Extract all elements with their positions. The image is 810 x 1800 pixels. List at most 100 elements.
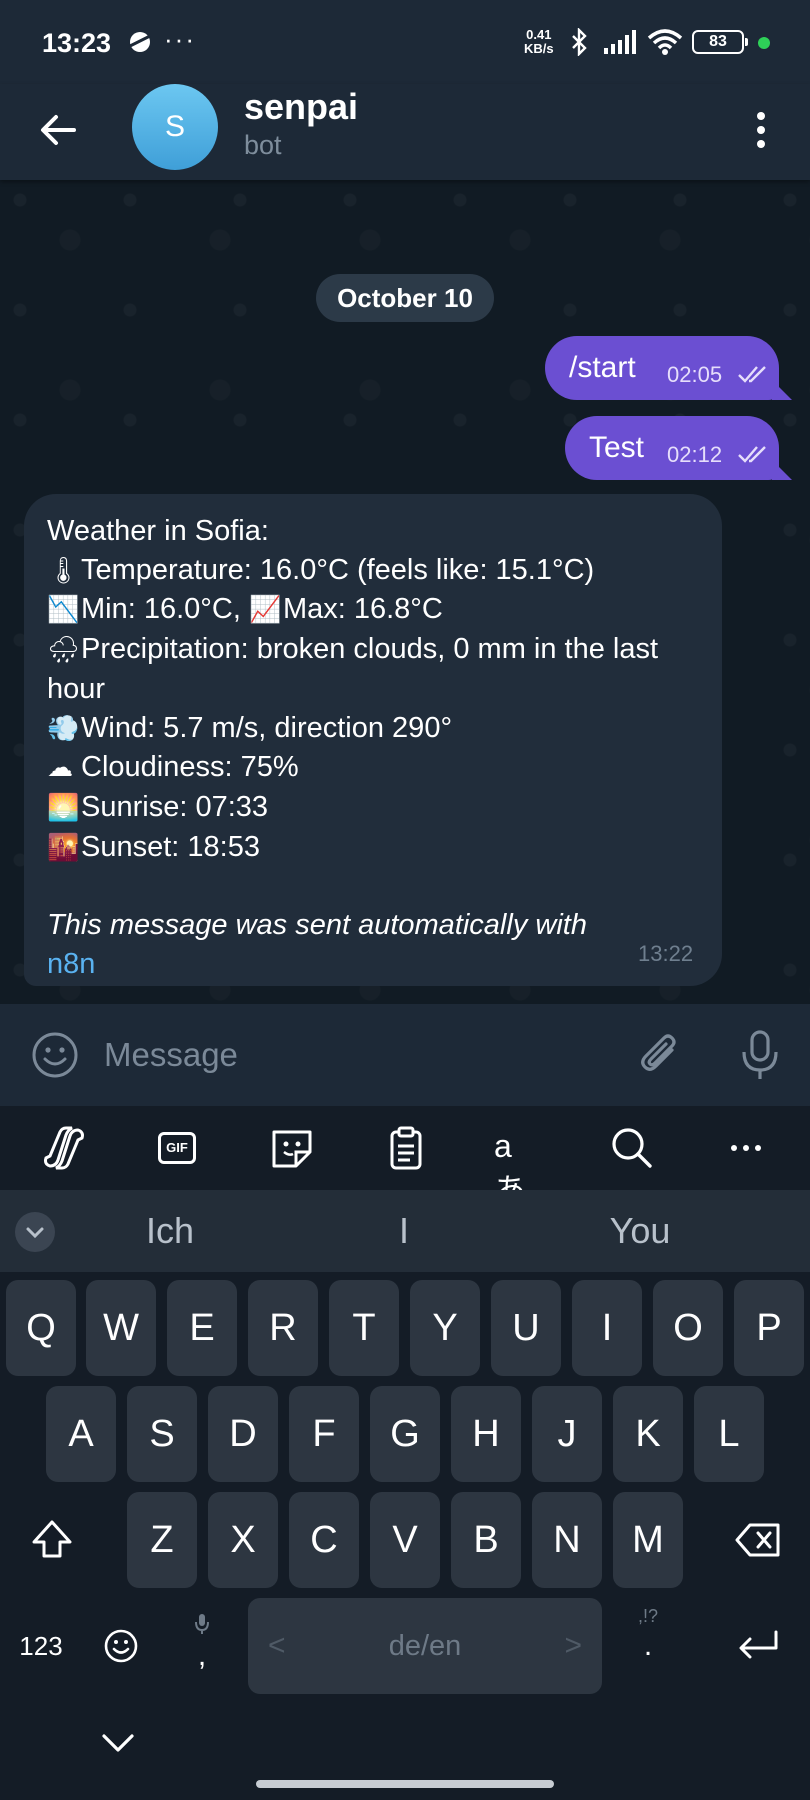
- key-d[interactable]: D: [208, 1386, 278, 1482]
- chevron-down-icon[interactable]: [15, 1212, 55, 1252]
- key-x[interactable]: X: [208, 1492, 278, 1588]
- key-p[interactable]: P: [734, 1280, 804, 1376]
- key-c[interactable]: C: [289, 1492, 359, 1588]
- key-i[interactable]: I: [572, 1280, 642, 1376]
- key-h[interactable]: H: [451, 1386, 521, 1482]
- chevron-right-icon: >: [564, 1629, 582, 1662]
- comma-label: ,: [197, 1639, 207, 1672]
- key-r[interactable]: R: [248, 1280, 318, 1376]
- numbers-key[interactable]: 123: [6, 1598, 76, 1694]
- message-line: 🌧Precipitation: broken clouds, 0 mm in t…: [47, 630, 707, 708]
- message-line: 🌅Sunrise: 07:33: [47, 788, 707, 828]
- message-text: /start: [569, 351, 636, 384]
- key-q[interactable]: Q: [6, 1280, 76, 1376]
- key-t[interactable]: T: [329, 1280, 399, 1376]
- keyboard-toolbar: GIF aあ: [0, 1106, 810, 1208]
- line-text: Weather in Sofia:: [47, 515, 269, 547]
- wifi-icon: [647, 29, 683, 55]
- key-u[interactable]: U: [491, 1280, 561, 1376]
- key-e[interactable]: E: [167, 1280, 237, 1376]
- chat-area[interactable]: October 10 /start 02:05 Test 02:12 Weath…: [0, 180, 810, 1004]
- paperclip-icon[interactable]: [636, 1030, 686, 1080]
- footer-link[interactable]: n8n: [47, 945, 707, 984]
- chart-down-icon: 📉: [47, 595, 80, 626]
- key-y[interactable]: Y: [410, 1280, 480, 1376]
- message-line: Weather in Sofia:: [47, 512, 707, 551]
- message-text: Test: [589, 431, 645, 464]
- network-speed-value: 0.41: [526, 27, 552, 42]
- line-text: Sunset: 18:53: [81, 830, 260, 863]
- space-key[interactable]: < de/en >: [248, 1598, 602, 1694]
- gif-icon[interactable]: GIF: [154, 1126, 202, 1170]
- message-input[interactable]: [104, 1026, 624, 1084]
- outgoing-message[interactable]: Test 02:12: [565, 416, 779, 480]
- key-a[interactable]: A: [46, 1386, 116, 1482]
- cloud-icon: ☁: [47, 753, 73, 784]
- key-g[interactable]: G: [370, 1386, 440, 1482]
- outgoing-message[interactable]: /start 02:05: [545, 336, 779, 400]
- signal-icon: [604, 30, 636, 54]
- suggestion[interactable]: I: [334, 1210, 474, 1252]
- chat-subtitle: bot: [244, 130, 282, 160]
- backspace-key[interactable]: [712, 1492, 804, 1588]
- more-horizontal-icon[interactable]: [722, 1126, 770, 1170]
- emoji-key[interactable]: [86, 1598, 156, 1694]
- avatar[interactable]: S: [132, 84, 218, 170]
- keyboard-hide-icon[interactable]: [98, 1726, 138, 1762]
- chat-title[interactable]: senpai: [244, 86, 358, 128]
- gif-label: GIF: [158, 1132, 196, 1164]
- line-text: Sunrise: 07:33: [81, 790, 269, 823]
- key-j[interactable]: J: [532, 1386, 602, 1482]
- enter-key[interactable]: [712, 1598, 804, 1694]
- footer-text: This message was sent automatically with: [47, 909, 587, 942]
- period-key[interactable]: ,!? .: [613, 1598, 683, 1694]
- incoming-message[interactable]: Weather in Sofia: 🌡Temperature: 16.0°C (…: [24, 494, 722, 986]
- thermometer-icon: 🌡: [47, 555, 81, 586]
- planet-icon: [129, 32, 151, 52]
- key-o[interactable]: O: [653, 1280, 723, 1376]
- network-speed-unit: KB/s: [524, 41, 554, 56]
- battery-level: 83: [709, 33, 727, 50]
- key-l[interactable]: L: [694, 1386, 764, 1482]
- space-label: de/en: [388, 1630, 462, 1662]
- message-time: 13:22: [638, 941, 694, 966]
- network-speed: 0.41 KB/s: [524, 28, 554, 56]
- emoji-icon[interactable]: [30, 1030, 80, 1080]
- key-b[interactable]: B: [451, 1492, 521, 1588]
- key-k[interactable]: K: [613, 1386, 683, 1482]
- suggestion-bar: Ich I You: [0, 1190, 810, 1272]
- key-z[interactable]: Z: [127, 1492, 197, 1588]
- battery-tip: [745, 38, 748, 46]
- key-s[interactable]: S: [127, 1386, 197, 1482]
- microphone-icon[interactable]: [734, 1028, 786, 1082]
- chart-up-icon: 📈: [248, 595, 282, 626]
- chat-header: S senpai bot: [0, 84, 810, 180]
- green-dot-icon: [758, 37, 770, 49]
- rain-cloud-icon: 🌧: [47, 635, 81, 666]
- suggestion[interactable]: You: [570, 1210, 710, 1252]
- key-n[interactable]: N: [532, 1492, 602, 1588]
- shift-key[interactable]: [6, 1492, 98, 1588]
- translate-icon[interactable]: aあ: [494, 1126, 542, 1208]
- key-w[interactable]: W: [86, 1280, 156, 1376]
- key-f[interactable]: F: [289, 1386, 359, 1482]
- status-bar: 13:23 ··· 0.41 KB/s 83: [0, 0, 810, 84]
- home-indicator[interactable]: [256, 1780, 554, 1788]
- bubble-tail: [772, 460, 792, 480]
- line-text: Min: 16.0°C,: [81, 593, 241, 626]
- key-v[interactable]: V: [370, 1492, 440, 1588]
- sticker-icon[interactable]: [268, 1126, 316, 1170]
- emoji-icon: [104, 1629, 138, 1663]
- line-text: Max: 16.8°C: [282, 593, 443, 626]
- copilot-icon[interactable]: [40, 1126, 88, 1170]
- clipboard-icon[interactable]: [382, 1126, 430, 1170]
- search-icon[interactable]: [608, 1126, 656, 1170]
- message-body: Weather in Sofia: 🌡Temperature: 16.0°C (…: [47, 512, 707, 983]
- suggestion[interactable]: Ich: [100, 1210, 240, 1252]
- more-vertical-icon[interactable]: [746, 106, 776, 154]
- comma-key[interactable]: ,: [167, 1598, 237, 1694]
- message-time: 02:12: [667, 442, 723, 467]
- back-arrow-icon[interactable]: [34, 106, 82, 154]
- bubble-tail: [772, 380, 792, 400]
